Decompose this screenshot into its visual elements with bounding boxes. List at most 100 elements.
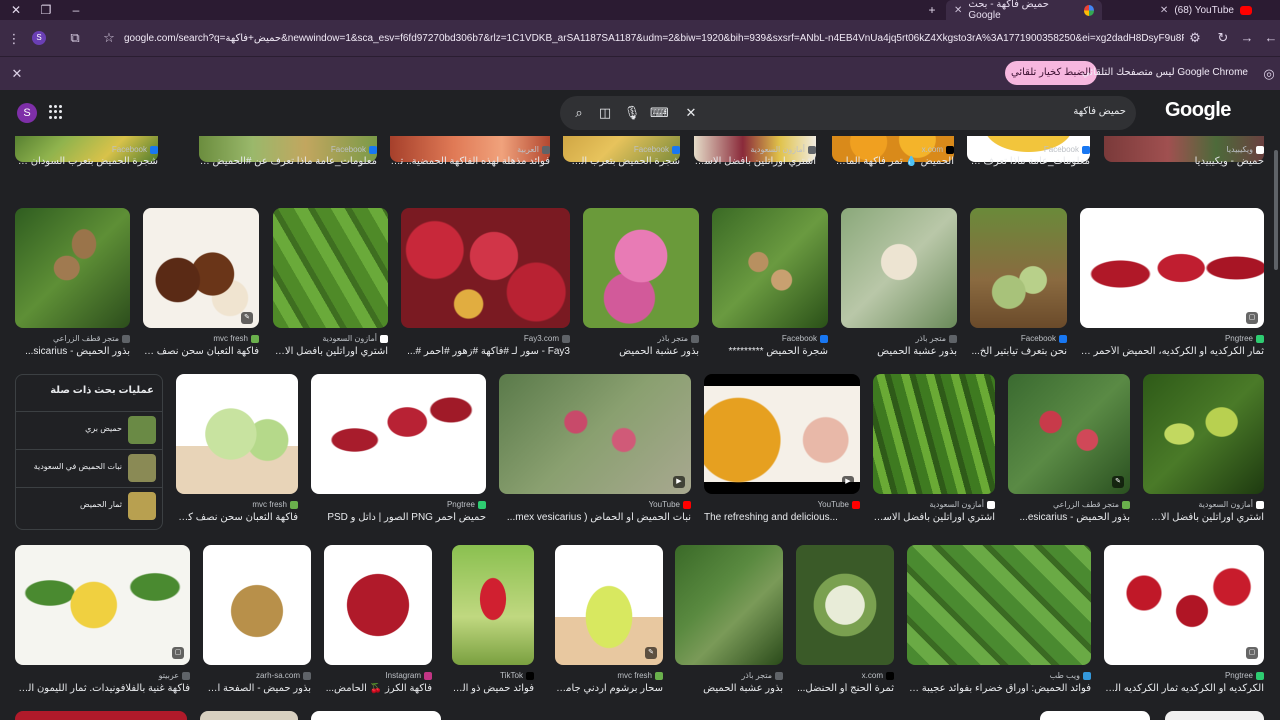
tab-youtube[interactable]: (68) YouTube ✕: [1104, 0, 1260, 20]
result-thumbnail[interactable]: [907, 545, 1091, 665]
result-thumbnail[interactable]: [311, 374, 486, 494]
result-caption[interactable]: فاكهة الثعبان سحن نصف كيل...: [143, 346, 259, 357]
result-thumbnail[interactable]: [1143, 374, 1264, 494]
result-source[interactable]: mvc fresh: [213, 334, 259, 343]
related-search-item[interactable]: نبات الحميض في السعودية: [16, 449, 162, 485]
result-caption[interactable]: ثمرة الحنج أو الحنضل...: [796, 683, 894, 694]
result-caption[interactable]: فوائد مذهلة لهذه الفاكهة الحمضية.. تعرّف…: [390, 156, 550, 167]
result-caption[interactable]: اشتري اوراتلين بأفضل الاسعا...: [1143, 512, 1264, 523]
result-caption[interactable]: اشتري اوراتلين بأفضل الاسعار...: [694, 156, 816, 167]
bookmark-star-icon[interactable]: ☆: [100, 30, 118, 46]
result-thumbnail[interactable]: [1080, 208, 1264, 328]
address-url[interactable]: google.com/search?q=حميض+فاكهة&newwindow…: [124, 33, 1184, 47]
extensions-icon[interactable]: ⧉: [66, 30, 84, 46]
profile-avatar[interactable]: S: [32, 31, 46, 45]
related-search-item[interactable]: حميض بري: [16, 411, 162, 447]
result-source[interactable]: Fay3.com: [524, 334, 570, 343]
search-input[interactable]: حميض فاكهة: [1073, 106, 1126, 117]
result-caption[interactable]: نحن بتعرف تيابتير الخ...: [970, 346, 1068, 357]
result-caption[interactable]: اشتري اوراتلين بأفضل الاسعا...: [273, 346, 388, 357]
result-source[interactable]: أمازون السعودية: [929, 500, 995, 509]
result-thumbnail[interactable]: [311, 711, 441, 720]
tab-google-search[interactable]: حميض فاكهة - بحث Google ✕: [946, 0, 1102, 21]
result-caption[interactable]: فاكهة الكرز 🍒 الحامض...: [324, 683, 432, 694]
result-source[interactable]: Facebook: [1044, 145, 1090, 154]
result-source[interactable]: عربيتو: [159, 671, 190, 680]
result-caption[interactable]: بذور حميض - الصفحة ال...: [203, 683, 311, 694]
result-caption[interactable]: فاكهة غنية بالفلافونيدات. ثمار الليمون ا…: [15, 683, 190, 694]
lens-icon[interactable]: ◫: [596, 104, 614, 122]
result-thumbnail[interactable]: [712, 208, 828, 328]
related-search-label[interactable]: نبات الحميض في السعودية: [34, 462, 122, 471]
search-icon[interactable]: ⌕: [570, 104, 588, 122]
result-source[interactable]: x.com: [862, 671, 894, 680]
result-caption[interactable]: فوائد حميض ذو العرو...: [452, 683, 534, 694]
related-thumbnail[interactable]: [128, 492, 156, 520]
result-thumbnail[interactable]: [176, 374, 298, 494]
result-caption[interactable]: بذور عشبة الحميض: [675, 683, 783, 694]
google-apps-icon[interactable]: [49, 105, 63, 119]
result-source[interactable]: متجر قطف الزراعي: [53, 334, 130, 343]
result-thumbnail[interactable]: [1165, 711, 1264, 720]
result-thumbnail[interactable]: [143, 208, 259, 328]
result-source[interactable]: Facebook: [634, 145, 680, 154]
result-caption[interactable]: حميض - ويكيبيديا: [1104, 156, 1264, 167]
result-source[interactable]: x.com: [922, 145, 954, 154]
result-source[interactable]: TikTok: [500, 671, 534, 680]
result-thumbnail[interactable]: [499, 374, 691, 494]
result-caption[interactable]: شجرة الحميض بتعرب السودا...: [563, 156, 680, 167]
result-thumbnail[interactable]: [970, 208, 1067, 328]
result-caption[interactable]: بذور عشبة الحميض: [841, 346, 957, 357]
related-thumbnail[interactable]: [128, 416, 156, 444]
result-source[interactable]: أمازون السعودية: [1198, 500, 1264, 509]
page-scrollbar[interactable]: [1274, 150, 1278, 270]
forward-icon[interactable]: →: [1238, 30, 1256, 45]
result-source[interactable]: Facebook: [112, 145, 158, 154]
result-source[interactable]: Instagram: [385, 671, 432, 680]
result-source[interactable]: Facebook: [1021, 334, 1067, 343]
related-search-label[interactable]: ثمار الحميض: [80, 500, 122, 509]
result-thumbnail[interactable]: [1008, 374, 1130, 494]
result-source[interactable]: متجر باذر: [915, 334, 957, 343]
result-thumbnail[interactable]: [675, 545, 783, 665]
result-caption[interactable]: سحار برشوم اردني جاموي...: [555, 683, 663, 694]
google-logo[interactable]: Google: [1165, 99, 1231, 122]
result-caption[interactable]: فوائد الحميض: أوراق خضراء بفوائد عجيبة -…: [907, 683, 1091, 694]
result-thumbnail[interactable]: [15, 711, 187, 720]
result-thumbnail[interactable]: [452, 545, 534, 665]
result-source[interactable]: Pngtree: [1225, 671, 1264, 680]
search-box[interactable]: ⌕ ◫ 🎙 ⌨ ✕ حميض فاكهة: [560, 96, 1136, 130]
result-thumbnail[interactable]: [200, 711, 298, 720]
related-search-label[interactable]: حميض بري: [85, 424, 122, 433]
result-thumbnail[interactable]: [796, 545, 894, 665]
result-caption[interactable]: فاكهة الثعبان سحن نصف كيل...: [176, 512, 298, 523]
result-thumbnail[interactable]: [873, 374, 995, 494]
result-source[interactable]: ويكيبيديا: [1226, 145, 1264, 154]
result-thumbnail[interactable]: [15, 208, 130, 328]
result-thumbnail[interactable]: [15, 545, 190, 665]
result-source[interactable]: Pngtree: [447, 500, 486, 509]
result-caption[interactable]: بذور الحميض - esicarius...: [1008, 512, 1131, 523]
result-source[interactable]: mvc fresh: [617, 671, 663, 680]
result-caption[interactable]: ثمار الكركديه أو الكركديه، الحميض الأحمر…: [1080, 346, 1264, 357]
result-source[interactable]: متجر قطف الزراعي: [1053, 500, 1130, 509]
result-caption[interactable]: بذور الحميض - sicarius...: [15, 346, 130, 357]
result-caption[interactable]: شجرة الحميض *********: [712, 346, 828, 357]
result-source[interactable]: أمازون السعودية: [322, 334, 388, 343]
close-window-icon[interactable]: ✕: [8, 2, 24, 18]
reload-icon[interactable]: ↻: [1214, 30, 1232, 46]
result-source[interactable]: mvc fresh: [252, 500, 298, 509]
result-caption[interactable]: اشتري اوراتلين بأفضل الاسعا...: [873, 512, 995, 523]
result-caption[interactable]: بذور عشبة الحميض: [583, 346, 699, 357]
minimize-window-icon[interactable]: –: [68, 2, 84, 18]
new-tab-icon[interactable]: +: [924, 2, 940, 18]
back-icon[interactable]: ←: [1262, 30, 1280, 45]
result-thumbnail[interactable]: [583, 208, 699, 328]
result-caption[interactable]: شجرة الحميض بتعرب السودان كردفان ووالايا…: [15, 156, 158, 167]
result-caption[interactable]: Fay3 - سور لـ #فاكهة #زهور #أحمر #...: [401, 346, 570, 357]
microphone-icon[interactable]: 🎙: [623, 104, 641, 122]
result-thumbnail[interactable]: [841, 208, 957, 328]
result-caption[interactable]: الحميض 💧 تمر فاكهة المارو...: [832, 156, 954, 167]
result-caption[interactable]: The refreshing and delicious...: [704, 512, 860, 523]
result-source[interactable]: العربية: [517, 145, 550, 154]
